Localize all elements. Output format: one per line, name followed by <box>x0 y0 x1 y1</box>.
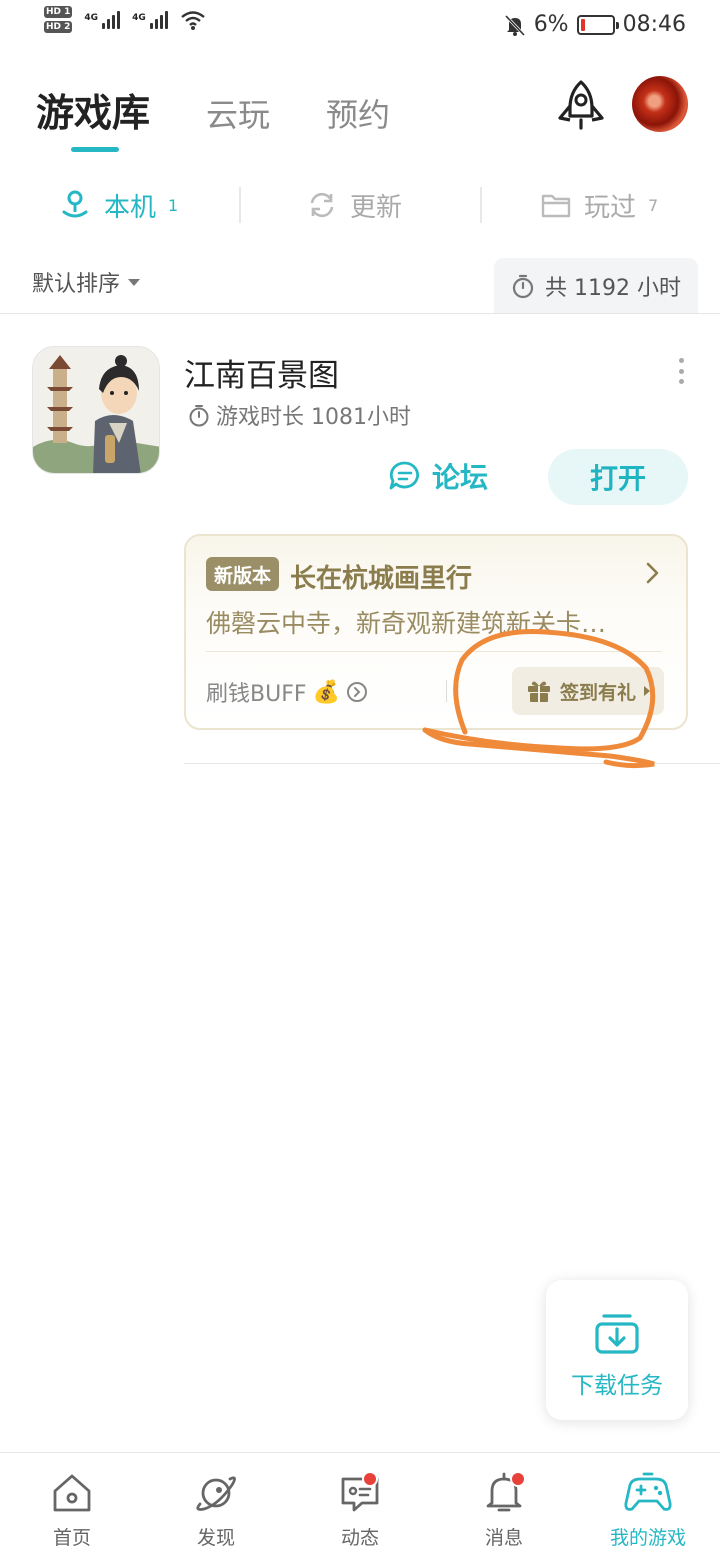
network-type-1: 4G <box>84 12 99 23</box>
download-task-label: 下载任务 <box>571 1373 663 1399</box>
card-vertical-divider <box>446 680 447 702</box>
gamepad-icon <box>624 1472 672 1511</box>
status-bar-left: HD 1 HD 2 4G 4G <box>44 6 206 33</box>
download-task-button[interactable]: 下载任务 <box>546 1280 688 1420</box>
subtab-local-label: 本机 <box>104 192 157 223</box>
hd2-label: HD 2 <box>44 21 73 33</box>
nav-discover-label: 发现 <box>196 1527 235 1549</box>
app-screen: HD 1 HD 2 4G 4G 6% 08:46 游戏库 云玩 预约 本机 1 … <box>0 0 720 1560</box>
nav-my-games[interactable]: 我的游戏 <box>576 1453 720 1560</box>
buff-label: 刷钱BUFF <box>206 682 307 707</box>
buff-link[interactable]: 刷钱BUFF 💰 <box>206 676 368 708</box>
divider <box>0 313 720 314</box>
forum-button[interactable]: 论坛 <box>388 456 488 496</box>
sub-tabs: 本机 1 更新 玩过 7 <box>0 178 720 232</box>
nav-feed[interactable]: 动态 <box>288 1453 432 1560</box>
notification-dot <box>510 1471 526 1487</box>
caret-right-icon <box>644 686 650 696</box>
bottom-nav: 首页 发现 动态 消息 我的游戏 <box>0 1453 720 1560</box>
rocket-icon[interactable] <box>554 78 608 132</box>
subtab-update[interactable]: 更新 <box>306 178 402 232</box>
location-pin-icon <box>62 190 88 218</box>
subtab-divider <box>239 187 241 223</box>
stopwatch-icon <box>189 405 209 427</box>
circle-chevron-icon <box>346 682 367 702</box>
home-icon <box>53 1474 91 1512</box>
network-type-2: 4G <box>132 12 146 23</box>
battery-icon <box>576 14 619 35</box>
nav-messages[interactable]: 消息 <box>432 1453 576 1560</box>
signin-label: 签到有礼 <box>559 681 636 704</box>
money-bag-icon: 💰 <box>312 679 340 705</box>
game-artwork <box>33 347 159 473</box>
card-divider <box>206 651 662 652</box>
subtab-local[interactable]: 本机 1 <box>58 178 178 232</box>
nav-discover[interactable]: 发现 <box>144 1453 288 1560</box>
nav-my-games-label: 我的游戏 <box>609 1527 686 1549</box>
top-tabs: 游戏库 云玩 预约 <box>36 82 446 137</box>
divider <box>184 763 720 764</box>
planet-icon <box>196 1476 236 1511</box>
nav-home-label: 首页 <box>52 1527 91 1549</box>
tab-reservation[interactable]: 预约 <box>326 90 390 136</box>
subtab-played-count: 7 <box>648 195 659 215</box>
update-description: 佛磬云中寺，新奇观新建筑新关卡… <box>206 609 607 638</box>
chevron-down-icon <box>128 278 141 286</box>
game-playtime: 游戏时长 1081小时 <box>188 399 411 431</box>
stopwatch-icon <box>512 274 534 299</box>
signal-icon: 4G <box>84 10 121 29</box>
user-avatar[interactable] <box>632 76 688 132</box>
forum-icon <box>389 461 419 490</box>
download-icon <box>595 1314 639 1354</box>
total-playtime: 共 1192 小时 <box>494 258 698 314</box>
subtab-played[interactable]: 玩过 7 <box>540 178 658 232</box>
game-playtime-label: 游戏时长 1081小时 <box>216 405 411 430</box>
subtab-played-label: 玩过 <box>584 192 637 223</box>
battery-percent: 6% <box>533 12 569 37</box>
open-game-button[interactable]: 打开 <box>548 449 688 505</box>
total-playtime-label: 共 1192 小时 <box>545 276 681 301</box>
folder-icon <box>541 194 571 218</box>
signin-gift-button[interactable]: 签到有礼 <box>512 667 664 715</box>
new-version-badge: 新版本 <box>206 557 280 591</box>
wifi-icon <box>180 10 205 30</box>
status-bar-right: 6% 08:46 <box>504 12 686 37</box>
update-title[interactable]: 长在杭城画里行 <box>290 558 472 595</box>
subtab-update-label: 更新 <box>350 192 403 223</box>
tab-game-library[interactable]: 游戏库 <box>36 82 150 137</box>
chevron-right-icon[interactable] <box>640 561 664 585</box>
nav-feed-label: 动态 <box>340 1527 379 1549</box>
refresh-icon <box>310 192 334 218</box>
active-tab-indicator <box>71 147 119 152</box>
nav-messages-label: 消息 <box>484 1527 523 1549</box>
mute-bell-icon <box>504 14 525 36</box>
tab-cloud-play[interactable]: 云玩 <box>206 90 270 136</box>
game-icon[interactable] <box>32 346 160 474</box>
more-options-icon[interactable] <box>672 358 690 384</box>
forum-label: 论坛 <box>432 461 489 494</box>
subtab-local-count: 1 <box>168 195 179 215</box>
subtab-divider <box>480 187 482 223</box>
signal-icon-2: 4G <box>132 10 168 29</box>
game-title[interactable]: 江南百景图 <box>184 350 339 395</box>
nav-home[interactable]: 首页 <box>0 1453 144 1560</box>
sort-dropdown[interactable]: 默认排序 <box>32 266 141 298</box>
notification-dot <box>362 1471 378 1487</box>
sort-label: 默认排序 <box>32 272 121 297</box>
clock: 08:46 <box>622 12 686 37</box>
hd1-label: HD 1 <box>44 6 73 18</box>
sim-indicators: HD 1 HD 2 <box>44 6 73 33</box>
gift-icon <box>527 681 550 702</box>
